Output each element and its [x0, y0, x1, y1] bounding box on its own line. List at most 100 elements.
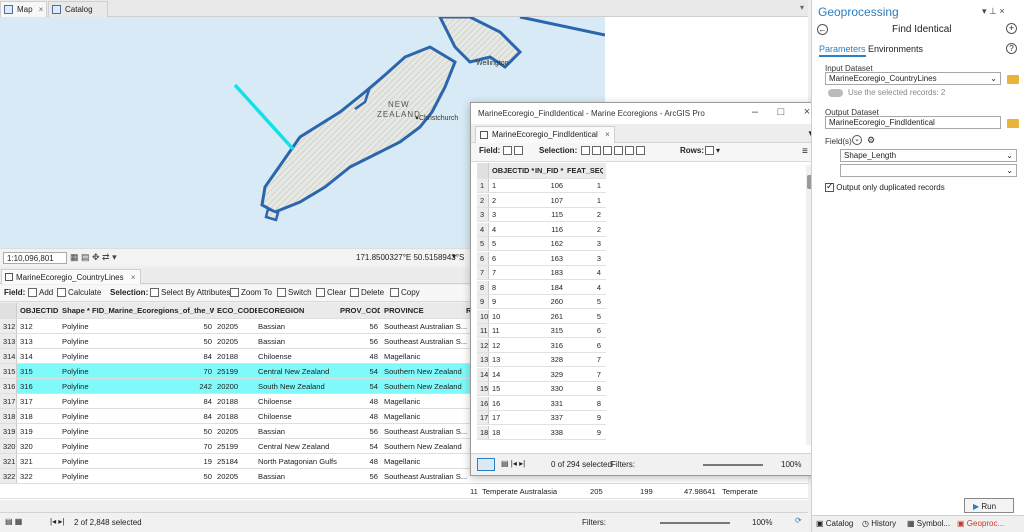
row-header[interactable]: 15: [477, 382, 489, 395]
table-row[interactable]: 5 5 162 3: [477, 237, 606, 251]
row-header[interactable]: 11: [477, 324, 489, 337]
table-row[interactable]: 7 7 183 4: [477, 266, 606, 280]
rows-tools[interactable]: ▾: [705, 146, 720, 155]
output-dataset-field[interactable]: MarineEcoregio_FindIdentical: [825, 116, 1001, 129]
field-select-1[interactable]: Shape_Length ⌄: [840, 149, 1017, 162]
row-header[interactable]: 318: [0, 409, 17, 423]
tab-catalog[interactable]: ▣ Catalog: [816, 519, 853, 528]
pane-options-icon[interactable]: ▾ ⊥ ×: [982, 6, 1005, 17]
table-row[interactable]: 2 2 107 1: [477, 193, 606, 208]
table-row[interactable]: 17 17 337 9: [477, 411, 606, 425]
only-duplicates-option[interactable]: Output only duplicated records: [825, 181, 945, 193]
table-row[interactable]: 3 3 115 2: [477, 208, 606, 222]
close-icon[interactable]: ×: [39, 5, 44, 14]
row-header[interactable]: 320: [0, 439, 17, 453]
table-row[interactable]: 13 13 328 7: [477, 353, 606, 367]
column-header[interactable]: PROV_CODE: [340, 306, 380, 315]
table-row[interactable]: 18 18 338 9: [477, 425, 606, 440]
tab-country-lines[interactable]: MarineEcoregio_CountryLines ×: [1, 269, 141, 284]
checkbox[interactable]: [825, 181, 834, 193]
row-header[interactable]: 2: [477, 193, 489, 207]
table-row[interactable]: 11 11 315 6: [477, 324, 606, 338]
row-header[interactable]: 319: [0, 424, 17, 438]
table-view-icon[interactable]: [477, 458, 495, 471]
table-view-icon[interactable]: ▤ ▦: [5, 517, 22, 526]
row-header[interactable]: 14: [477, 367, 489, 381]
select-by-attributes-button[interactable]: Select By Attributes: [150, 288, 230, 297]
close-icon[interactable]: ×: [605, 130, 610, 139]
tab-dropdown-icon[interactable]: ▾: [800, 3, 804, 12]
tab-symbology[interactable]: ▦ Symbol...: [907, 519, 950, 528]
refresh-icon[interactable]: ⟳: [795, 516, 802, 525]
window-grid[interactable]: OBJECTID * IN_FID * FEAT_SEQ 1 1 10 6 1 2 2 107…: [477, 163, 607, 448]
selection-tools[interactable]: [581, 146, 645, 155]
switch-selection-button[interactable]: Switch: [277, 288, 312, 297]
calculate-field-button[interactable]: Calculate: [57, 288, 101, 297]
table-row[interactable]: 4 4 116 2: [477, 222, 606, 237]
row-header[interactable]: 12: [477, 338, 489, 352]
row-header[interactable]: 5: [477, 237, 489, 250]
row-header[interactable]: 313: [0, 334, 17, 348]
row-header[interactable]: 322: [0, 469, 17, 483]
zoom-slider[interactable]: [660, 522, 730, 524]
input-dataset-field[interactable]: MarineEcoregio_CountryLines ⌄: [825, 72, 1001, 85]
add-icon[interactable]: +: [1006, 23, 1017, 34]
add-field-button[interactable]: Add: [28, 288, 53, 297]
row-header[interactable]: 10: [477, 309, 489, 323]
row-header[interactable]: 312: [0, 319, 17, 333]
tab-find-identical[interactable]: MarineEcoregio_FindIdentical ×: [475, 126, 615, 143]
column-header[interactable]: ECOREGION: [258, 306, 338, 315]
scale-selector[interactable]: 1:10,096,801: [3, 252, 67, 264]
column-header[interactable]: OBJECTID *: [492, 166, 534, 175]
tab-geoprocessing[interactable]: ▣ Geoproc...: [957, 519, 1004, 528]
map-nav-tools[interactable]: ▦ ▤ ✥ ⇄ ▾: [70, 252, 117, 263]
row-header[interactable]: 9: [477, 295, 489, 308]
use-selected-toggle[interactable]: [828, 89, 843, 97]
chevron-down-icon[interactable]: ⌄: [1006, 166, 1013, 175]
column-header[interactable]: FID_Marine_Ecoregions_of_the_World: [92, 306, 214, 315]
table-row[interactable]: 14 14 329 7: [477, 367, 606, 382]
help-icon[interactable]: ?: [1006, 43, 1017, 54]
folder-icon[interactable]: [1007, 119, 1019, 128]
row-header[interactable]: 314: [0, 349, 17, 363]
folder-icon[interactable]: [1007, 75, 1019, 84]
record-nav-icon[interactable]: |◂ ▸|: [50, 517, 64, 526]
minimize-icon[interactable]: –: [745, 106, 765, 118]
table-row[interactable]: 15 15 330 8: [477, 382, 606, 396]
tab-catalog[interactable]: Catalog: [48, 1, 108, 17]
row-header[interactable]: 8: [477, 280, 489, 294]
chevron-down-icon[interactable]: ⌄: [990, 74, 997, 83]
back-icon[interactable]: ←: [817, 24, 828, 35]
table-row[interactable]: 16 16 331 8: [477, 396, 606, 411]
row-header[interactable]: 1: [477, 179, 489, 192]
close-icon[interactable]: ×: [131, 273, 136, 282]
table-row[interactable]: 8 8 184 4: [477, 280, 606, 295]
table-row[interactable]: 9 9 260 5: [477, 295, 606, 309]
row-header[interactable]: 17: [477, 411, 489, 424]
maximize-icon[interactable]: □: [771, 106, 791, 118]
run-button[interactable]: ▶ Run: [964, 498, 1014, 513]
select-all-corner[interactable]: [0, 303, 17, 318]
row-header[interactable]: 4: [477, 222, 489, 236]
clear-selection-button[interactable]: Clear: [316, 288, 346, 297]
copy-button[interactable]: Copy: [390, 288, 420, 297]
record-nav-icon[interactable]: ▤ |◂ ▸|: [501, 459, 525, 468]
tab-environments[interactable]: Environments: [868, 44, 923, 54]
table-row[interactable]: 6 6 163 3: [477, 251, 606, 266]
table-row[interactable]: 12 12 316 6: [477, 338, 606, 353]
zoom-to-button[interactable]: Zoom To: [230, 288, 272, 297]
row-header[interactable]: 18: [477, 425, 489, 439]
column-header[interactable]: OBJECTID *: [20, 306, 60, 315]
tab-history[interactable]: ◷ History: [862, 519, 896, 528]
column-header[interactable]: ECO_CODE: [217, 306, 257, 315]
row-header[interactable]: 16: [477, 396, 489, 410]
column-header[interactable]: Shape *: [62, 306, 90, 315]
tab-parameters[interactable]: Parameters: [819, 44, 866, 57]
delete-button[interactable]: Delete: [350, 288, 384, 297]
column-header[interactable]: IN_FID *: [535, 166, 565, 175]
zoom-slider[interactable]: [703, 464, 763, 466]
gear-icon[interactable]: ⚙: [867, 135, 875, 146]
row-header[interactable]: 13: [477, 353, 489, 366]
column-header[interactable]: FEAT_SEQ: [567, 166, 603, 175]
row-header[interactable]: 6: [477, 251, 489, 265]
